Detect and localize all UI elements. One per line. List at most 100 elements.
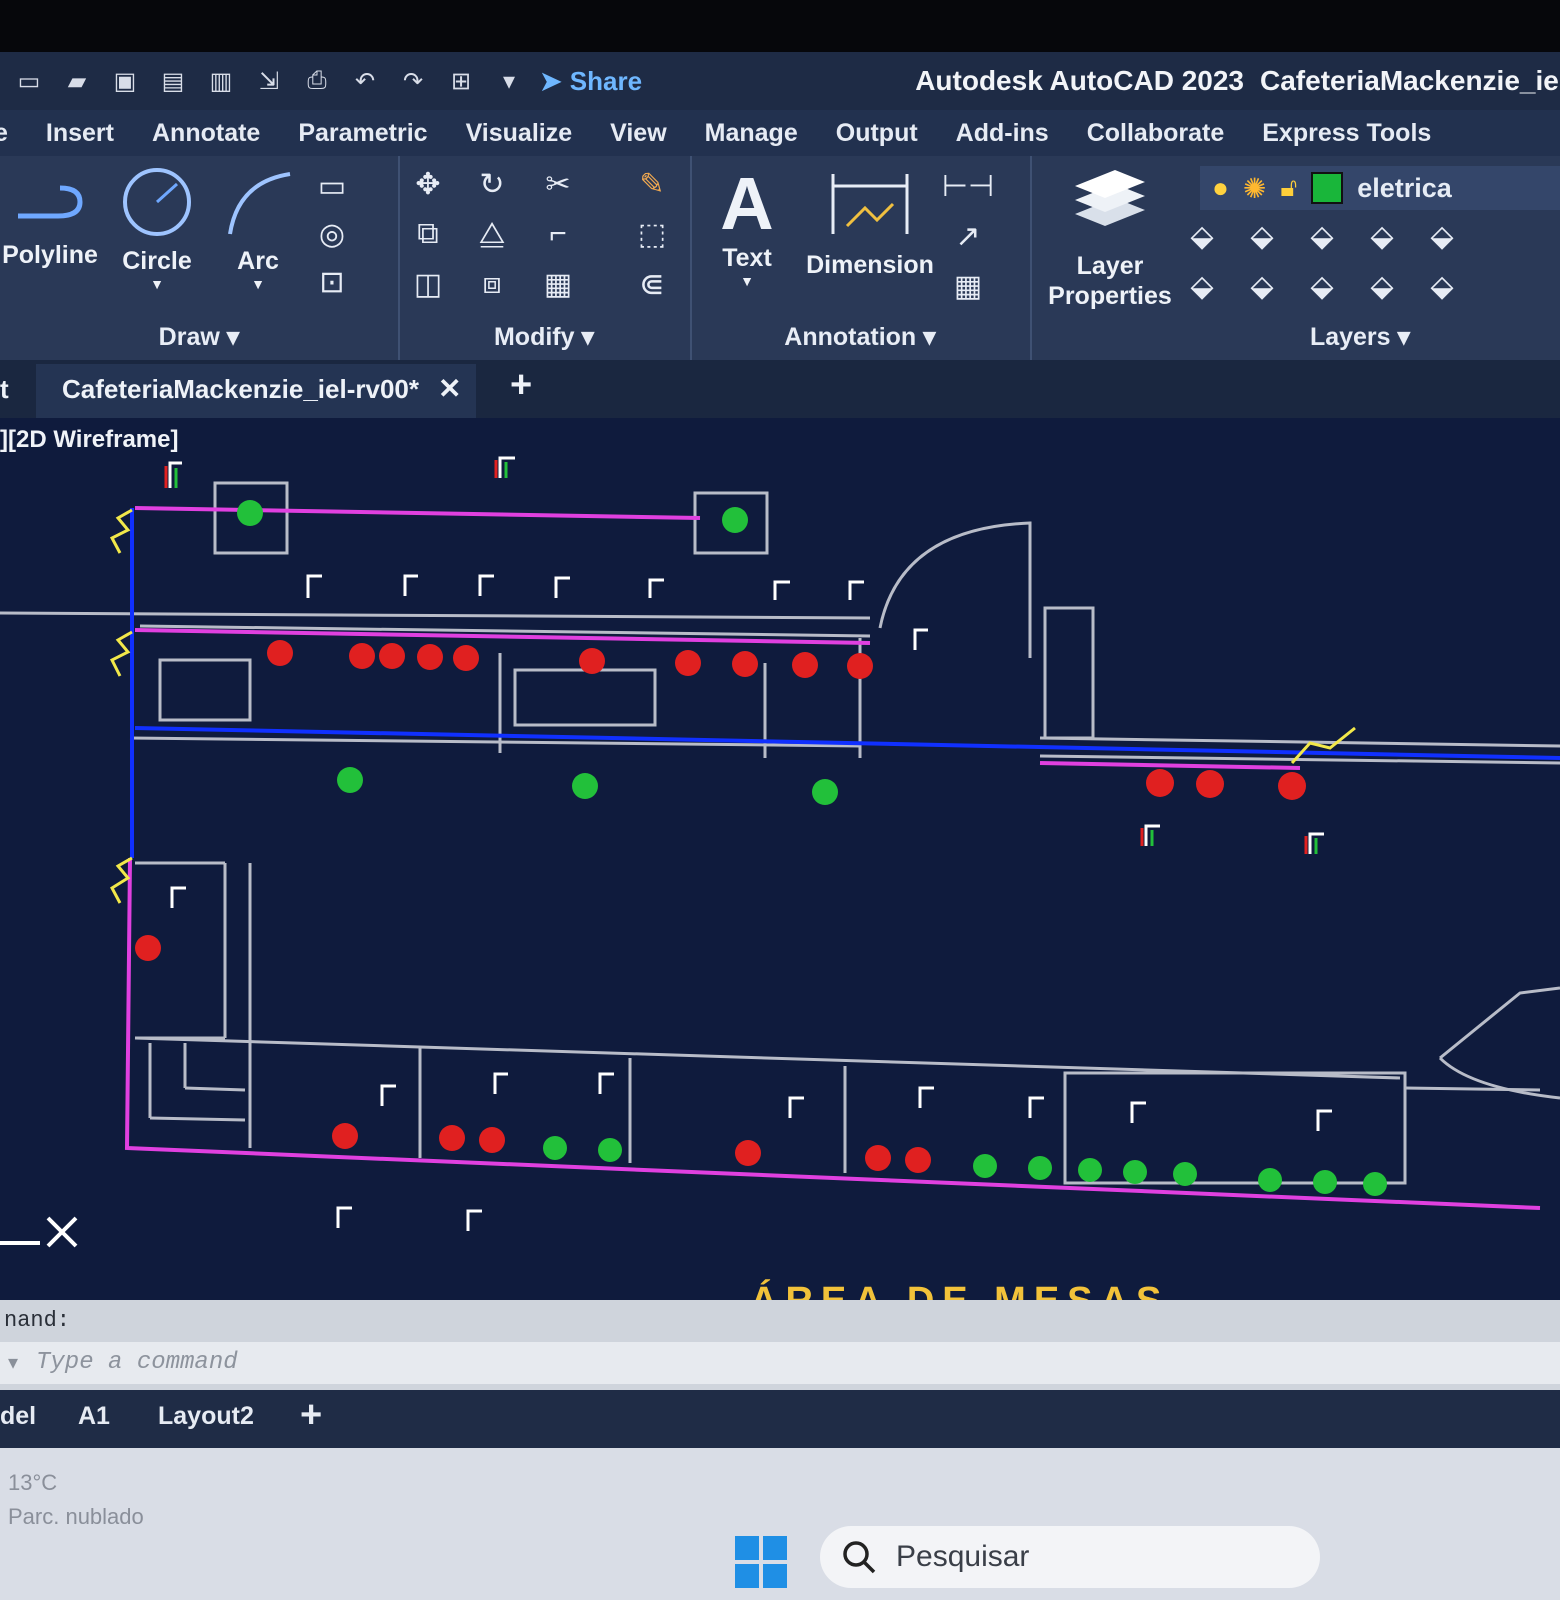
app-title: Autodesk AutoCAD 2023	[915, 65, 1244, 96]
undo-icon[interactable]: ↶	[348, 65, 382, 97]
windows-taskbar: 13°C Parc. nublado Pesquisar	[0, 1448, 1560, 1600]
arc-icon	[228, 172, 291, 235]
tab-visualize[interactable]: Visualize	[466, 119, 573, 148]
tab-layout2[interactable]: Layout2	[158, 1402, 254, 1431]
share-button[interactable]: ➤ Share	[540, 66, 642, 97]
text-button[interactable]: A Text ▼	[702, 162, 792, 290]
tab-parametric[interactable]: Parametric	[298, 119, 427, 148]
command-line: nand: ▾ Type a command	[0, 1300, 1560, 1390]
linear-dimension-icon[interactable]: ⊢⊣	[942, 166, 994, 206]
modify-panel: ✥ ↻ ✂ ✎ ⧉ ⧋ ⌐ ⬚ ◫ ⧈ ▦ ⋐ Modify ▾	[398, 156, 692, 360]
rectangle-icon[interactable]: ▭	[310, 166, 354, 206]
tab-output[interactable]: Output	[836, 119, 918, 148]
erase-icon[interactable]: ✎	[630, 164, 674, 204]
title-bar: ▭ ▰ ▣ ▤ ▥ ⇲ ⎙ ↶ ↷ ⊞ ▾ ➤ Share Autodesk A…	[0, 52, 1560, 110]
tab-a1[interactable]: A1	[78, 1402, 110, 1431]
dimension-icon	[831, 174, 909, 234]
layer-thaw-icon[interactable]: ⬙	[1300, 266, 1344, 306]
weather-widget[interactable]: 13°C Parc. nublado	[8, 1466, 144, 1534]
open-icon[interactable]: ▰	[60, 65, 94, 97]
layer-merge-icon[interactable]: ⬙	[1420, 216, 1464, 256]
close-icon[interactable]: ✕	[438, 372, 461, 405]
arc-button[interactable]: Arc ▼	[218, 164, 298, 292]
draw-panel: Polyline Circle ▼ Arc ▼ ▭ ◎ ⊡ Draw ▾	[0, 156, 400, 360]
web-open-icon[interactable]: ▥	[204, 65, 238, 97]
tab-view[interactable]: View	[610, 119, 667, 148]
hatch-icon[interactable]: ◎	[310, 214, 354, 254]
tab-express-tools[interactable]: Express Tools	[1262, 119, 1431, 148]
layer-walk-icon[interactable]: ⬙	[1420, 266, 1464, 306]
document-title: CafeteriaMackenzie_iel	[1260, 65, 1560, 96]
text-icon: A	[720, 162, 774, 245]
add-layout-plus-icon[interactable]: +	[300, 1394, 322, 1437]
chevron-down-icon[interactable]: ▾	[8, 1350, 18, 1375]
scale-icon[interactable]: ⧈	[470, 264, 514, 304]
windows-start-icon[interactable]	[735, 1536, 787, 1588]
quick-access-toolbar: ▭ ▰ ▣ ▤ ▥ ⇲ ⎙ ↶ ↷ ⊞ ▾	[0, 65, 526, 97]
circle-icon	[123, 168, 191, 236]
taskbar-search[interactable]: Pesquisar	[820, 1526, 1320, 1588]
layer-properties-button[interactable]: Layer Properties	[1040, 164, 1180, 311]
region-icon[interactable]: ⊡	[310, 262, 354, 302]
layers-panel: Layer Properties ● ✺ 🔓︎ eletrica ⬙ ⬙ ⬙ ⬙…	[1030, 156, 1560, 360]
modify-panel-title[interactable]: Modify ▾	[398, 322, 690, 352]
layout-tab-bar: del A1 Layout2 +	[0, 1390, 1560, 1448]
drawing-viewport[interactable]: ][2D Wireframe] ÁREA DE MESAS	[0, 418, 1560, 1318]
offset-icon[interactable]: ⋐	[630, 264, 674, 304]
leader-icon[interactable]: ↗	[946, 216, 990, 256]
move-icon[interactable]: ✥	[406, 164, 450, 204]
mirror-icon[interactable]: ⧋	[470, 214, 514, 254]
rotate-icon[interactable]: ↻	[470, 164, 514, 204]
layer-change-icon[interactable]: ⬙	[1240, 266, 1284, 306]
tab-home-partial[interactable]: e	[0, 119, 8, 148]
explode-icon[interactable]: ⬚	[630, 214, 674, 254]
table-icon[interactable]: ▦	[946, 266, 990, 306]
ucs-marker	[0, 1216, 78, 1248]
annotation-panel-title[interactable]: Annotation ▾	[690, 322, 1030, 352]
luminaires	[237, 500, 1387, 1196]
new-icon[interactable]: ▭	[12, 65, 46, 97]
tab-model[interactable]: del	[0, 1402, 36, 1431]
command-input[interactable]: ▾ Type a command	[0, 1342, 1560, 1384]
ribbon: Polyline Circle ▼ Arc ▼ ▭ ◎ ⊡ Draw ▾ ✥ ↻…	[0, 156, 1560, 360]
layer-lock-icon[interactable]: ⬙	[1360, 216, 1404, 256]
customize-icon[interactable]: ▾	[492, 65, 526, 97]
homerun-symbols	[109, 508, 1356, 904]
tab-manage[interactable]: Manage	[705, 119, 798, 148]
save-icon[interactable]: ▣	[108, 65, 142, 97]
tab-collaborate[interactable]: Collaborate	[1087, 119, 1225, 148]
tab-insert[interactable]: Insert	[46, 119, 114, 148]
layer-freeze-icon[interactable]: ⬙	[1300, 216, 1344, 256]
circle-button[interactable]: Circle ▼	[112, 164, 202, 292]
send-icon: ➤	[540, 65, 562, 96]
layer-unlock-icon[interactable]: ⬙	[1360, 266, 1404, 306]
polyline-icon	[18, 185, 83, 219]
layer-match-icon[interactable]: ⬙	[1240, 216, 1284, 256]
tab-add-ins[interactable]: Add-ins	[956, 119, 1049, 148]
copy-icon[interactable]: ⧉	[406, 214, 450, 254]
print-icon[interactable]: ⎙	[300, 65, 334, 97]
draw-panel-title[interactable]: Draw ▾	[0, 322, 398, 352]
fillet-icon[interactable]: ⌐	[536, 214, 580, 254]
layer-off-icon[interactable]: ⬙	[1180, 216, 1224, 256]
polyline-button[interactable]: Polyline	[0, 174, 100, 270]
layer-dropdown[interactable]: ● ✺ 🔓︎ eletrica	[1200, 166, 1560, 210]
layer-on-icon[interactable]: ⬙	[1180, 266, 1224, 306]
new-tab-plus-icon[interactable]: +	[510, 364, 532, 407]
layers-panel-title[interactable]: Layers ▾	[1270, 322, 1450, 352]
save-as-icon[interactable]: ▤	[156, 65, 190, 97]
plot-icon[interactable]: ⇲	[252, 65, 286, 97]
active-document-tab[interactable]: CafeteriaMackenzie_iel-rv00* ✕	[36, 364, 476, 418]
trim-icon[interactable]: ✂	[536, 164, 580, 204]
array-icon[interactable]: ▦	[536, 264, 580, 304]
tab-annotate[interactable]: Annotate	[152, 119, 260, 148]
stretch-icon[interactable]: ◫	[406, 264, 450, 304]
search-icon	[843, 1541, 876, 1574]
tab-start-partial[interactable]: t	[0, 374, 9, 405]
floor-plan-drawing	[0, 456, 1560, 1248]
workspace-icon[interactable]: ⊞	[444, 65, 478, 97]
outlets	[135, 640, 1306, 1173]
dimension-button[interactable]: Dimension	[800, 164, 940, 280]
layer-color-swatch	[1311, 172, 1344, 204]
redo-icon[interactable]: ↷	[396, 65, 430, 97]
